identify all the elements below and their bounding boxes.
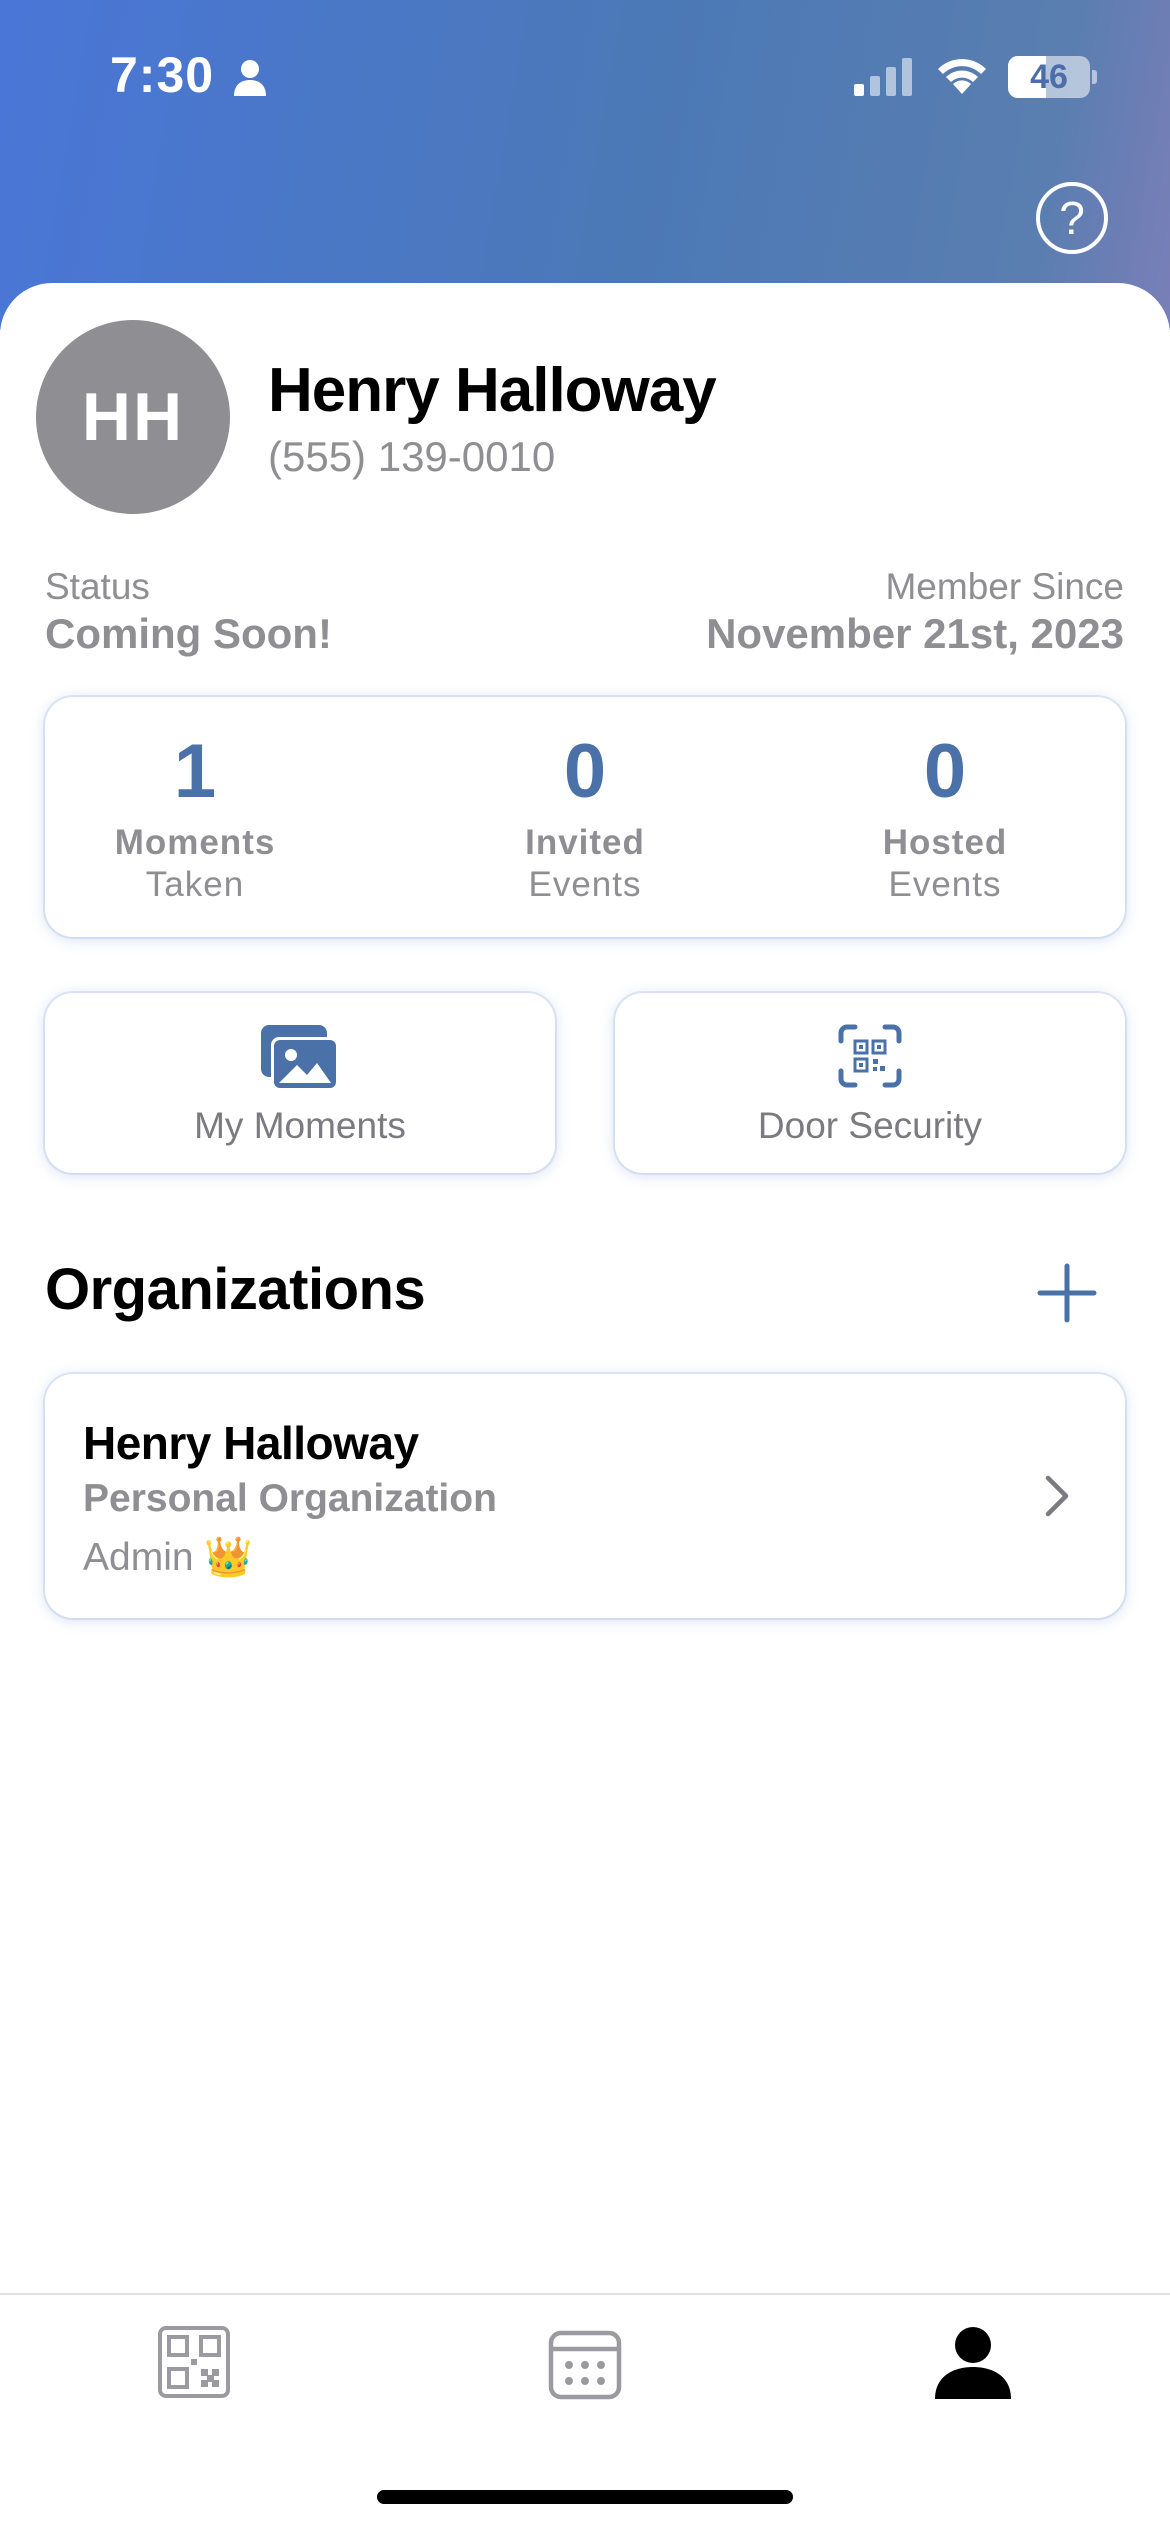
door-security-label: Door Security — [757, 1105, 983, 1146]
status-label: Status — [45, 566, 150, 607]
add-organization-button[interactable] — [1036, 1262, 1098, 1324]
photo-gallery-icon — [261, 1025, 339, 1091]
avatar: HH — [36, 320, 230, 514]
stat-number: 0 — [563, 729, 607, 814]
qr-scan-icon — [838, 1024, 902, 1088]
status-value: Coming Soon! — [45, 610, 332, 657]
stat-sublabel: Events — [528, 865, 642, 904]
my-moments-label: My Moments — [194, 1105, 406, 1146]
tab-events[interactable] — [547, 2325, 623, 2401]
battery-level-text: 46 — [1030, 58, 1068, 96]
stat-invited-events: 0 Invited Events — [465, 727, 705, 905]
member-since-label: Member Since — [885, 566, 1124, 607]
stat-label: Invited — [525, 823, 645, 862]
stat-hosted-events: 0 Hosted Events — [825, 727, 1065, 905]
battery-tip — [1092, 70, 1097, 84]
stat-sublabel: Events — [888, 865, 1002, 904]
stats-card: 1 Moments Taken 0 Invited Events 0 Hoste… — [45, 697, 1125, 937]
wifi-icon — [938, 59, 986, 94]
stat-moments-taken: 1 Moments Taken — [75, 727, 315, 905]
organization-role: Admin 👑 — [83, 1536, 253, 1579]
tab-profile[interactable] — [933, 2325, 1013, 2401]
door-security-button[interactable]: Door Security — [615, 993, 1125, 1173]
person-icon — [234, 60, 266, 96]
battery-icon: 46 — [1008, 56, 1090, 98]
status-bar: 7:30 46 — [0, 0, 1170, 150]
my-moments-button[interactable]: My Moments — [45, 993, 555, 1173]
member-since-value: November 21st, 2023 — [706, 610, 1124, 657]
qr-code-icon — [158, 2326, 230, 2398]
calendar-icon — [548, 2330, 622, 2400]
home-indicator[interactable] — [377, 2490, 793, 2504]
person-icon — [935, 2327, 1011, 2399]
chevron-right-icon — [1045, 1475, 1069, 1517]
profile-name: Henry Halloway — [268, 356, 717, 425]
cellular-signal-icon — [854, 58, 912, 96]
organization-row[interactable]: Henry Halloway Personal Organization Adm… — [45, 1374, 1125, 1618]
profile-phone: (555) 139-0010 — [268, 433, 556, 480]
organization-type: Personal Organization — [83, 1477, 497, 1520]
organization-name: Henry Halloway — [83, 1417, 419, 1469]
stat-label: Hosted — [882, 823, 1008, 862]
help-button[interactable]: ? — [1036, 182, 1108, 254]
status-time: 7:30 — [110, 47, 215, 103]
stat-sublabel: Taken — [145, 865, 245, 904]
organizations-title: Organizations — [45, 1257, 426, 1322]
stat-label: Moments — [114, 823, 276, 862]
stat-number: 0 — [923, 729, 967, 814]
stat-number: 1 — [173, 729, 217, 814]
tab-scan[interactable] — [157, 2325, 231, 2399]
